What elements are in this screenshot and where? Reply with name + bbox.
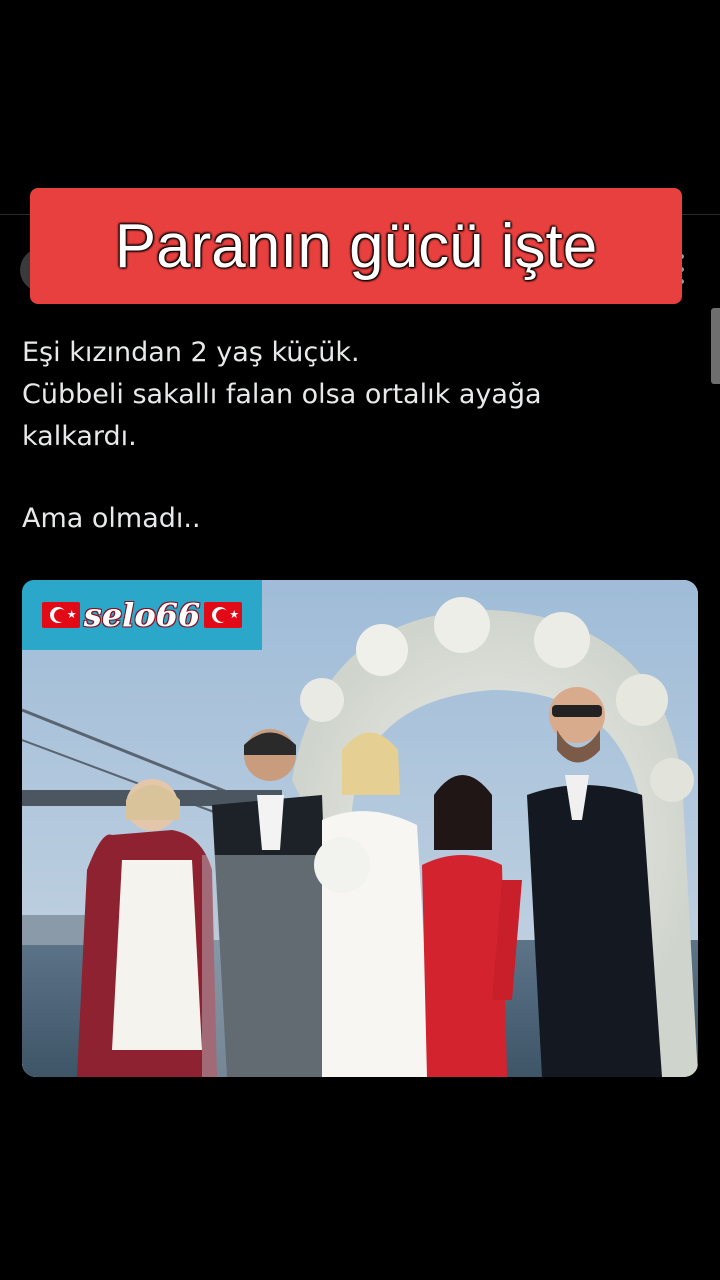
tweet-line: kalkardı.	[22, 421, 137, 452]
watermark-text: selo66	[83, 596, 201, 634]
tweet-line: Eşi kızından 2 yaş küçük.	[22, 337, 360, 368]
caption-banner: Paranın gücü işte	[30, 188, 682, 304]
scrollbar[interactable]	[711, 308, 720, 384]
wedding-photo-illustration	[22, 580, 698, 1077]
turkish-flag-icon: ★	[204, 602, 243, 628]
tweet-text: Eşi kızından 2 yaş küçük. Cübbeli sakall…	[22, 332, 682, 540]
tweet-line: Cübbeli sakallı falan olsa ortalık ayağa	[22, 379, 542, 410]
caption-text: Paranın gücü işte	[114, 211, 598, 281]
turkish-flag-icon: ★	[41, 602, 80, 628]
screen: Paranın gücü işte Eşi kızından 2 yaş küç…	[0, 0, 720, 1280]
tweet-photo[interactable]	[22, 580, 698, 1077]
watermark-badge: ★ selo66 ★	[22, 580, 262, 650]
tweet-line: Ama olmadı..	[22, 503, 201, 534]
